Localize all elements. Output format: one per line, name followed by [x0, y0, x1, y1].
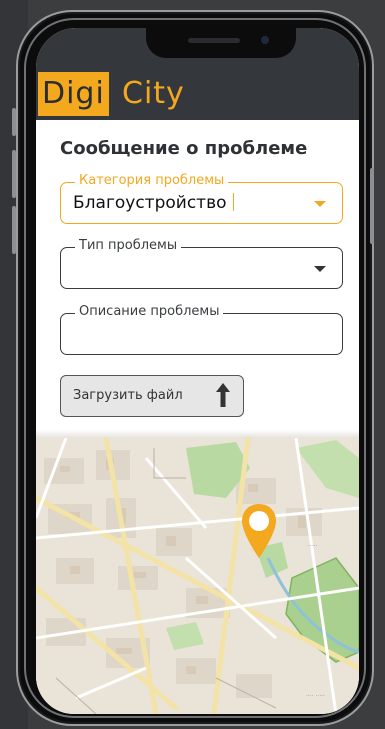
arrow-up-icon [216, 383, 230, 407]
svg-text:·····: ····· [308, 543, 318, 550]
problem-type-select[interactable]: Тип проблемы [60, 238, 343, 289]
phone-mute-switch [12, 108, 16, 136]
phone-volume-down [12, 206, 16, 254]
logo-digi: Digi [38, 72, 109, 116]
chevron-down-icon[interactable] [314, 201, 326, 207]
description-field[interactable]: Описание проблемы [60, 304, 343, 355]
chevron-down-icon[interactable] [314, 266, 326, 272]
map-tiles: ····· ···· ····· [36, 438, 359, 714]
upload-file-button[interactable]: Загрузить файл [60, 375, 244, 417]
problem-type-label: Тип проблемы [75, 238, 182, 253]
text-caret [232, 193, 234, 211]
logo-city: City [122, 76, 185, 111]
form-title: Сообщение о проблеме [60, 138, 308, 159]
phone-power-button [370, 168, 374, 244]
description-label: Описание проблемы [75, 304, 224, 319]
phone-notch [146, 28, 296, 58]
category-label: Категория проблемы [75, 173, 229, 188]
map-pin-icon[interactable] [240, 502, 278, 560]
svg-text:···· ·····: ···· ····· [306, 693, 325, 700]
phone-volume-up [12, 150, 16, 198]
front-camera [261, 36, 269, 44]
upload-button-label: Загрузить файл [73, 388, 183, 403]
category-value: Благоустройство [73, 193, 227, 213]
location-map[interactable]: ····· ···· ····· [36, 438, 359, 714]
category-select[interactable]: Категория проблемы Благоустройство [60, 173, 343, 224]
phone-screen: Digi City Сообщение о проблеме Категория… [36, 28, 359, 714]
speaker-grille [188, 38, 240, 43]
